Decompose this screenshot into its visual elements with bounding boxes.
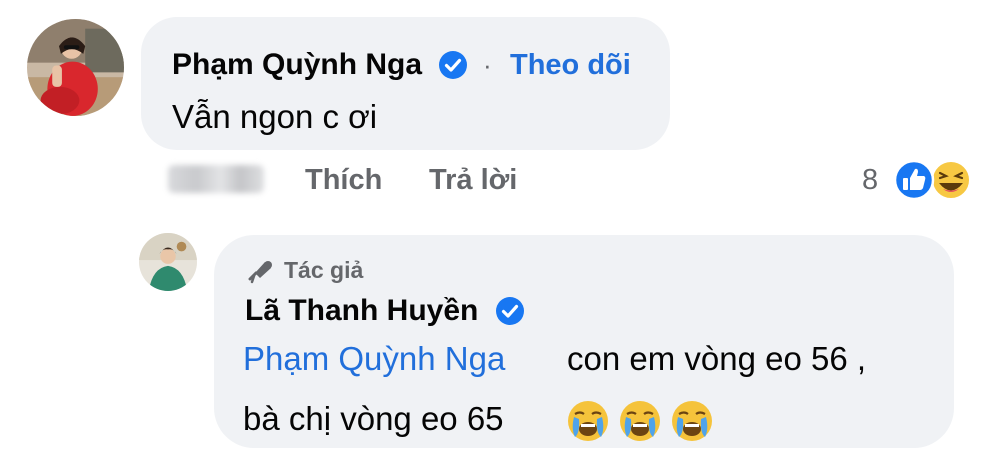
like-icon — [893, 159, 935, 201]
comment-author-name[interactable]: Phạm Quỳnh Nga — [172, 50, 422, 80]
comment-bubble: Phạm Quỳnh Nga · Theo dõi Vẫn ngon c ơi — [141, 17, 670, 150]
reaction-icons[interactable] — [893, 158, 977, 202]
mention-link[interactable]: Phạm Quỳnh Nga — [243, 342, 505, 375]
reaction-count[interactable]: 8 — [862, 166, 878, 195]
author-badge: Tác giả — [284, 257, 364, 283]
like-action[interactable]: Thích — [305, 166, 382, 195]
crying-face-icon — [568, 401, 608, 441]
reply-text-line2: bà chị vòng eo 65 — [243, 400, 504, 437]
follow-link[interactable]: Theo dõi — [510, 51, 631, 80]
reply-action[interactable]: Trả lời — [429, 166, 517, 195]
comment-text: Vẫn ngon c ơi — [172, 98, 378, 135]
commenter-avatar[interactable] — [27, 19, 124, 116]
crying-face-icon — [672, 401, 712, 441]
haha-icon — [931, 160, 971, 200]
megaphone-icon — [248, 261, 272, 284]
verified-badge-icon — [439, 51, 467, 79]
reply-author-name[interactable]: Lã Thanh Huyền — [245, 296, 478, 326]
verified-badge-icon — [496, 297, 524, 325]
timestamp-blurred — [168, 165, 264, 193]
crying-face-icon — [620, 401, 660, 441]
reply-author-avatar[interactable] — [139, 233, 197, 291]
separator-dot: · — [483, 50, 492, 80]
reply-text-line1: con em vòng eo 56 , — [567, 340, 867, 377]
crying-emojis — [568, 401, 712, 441]
